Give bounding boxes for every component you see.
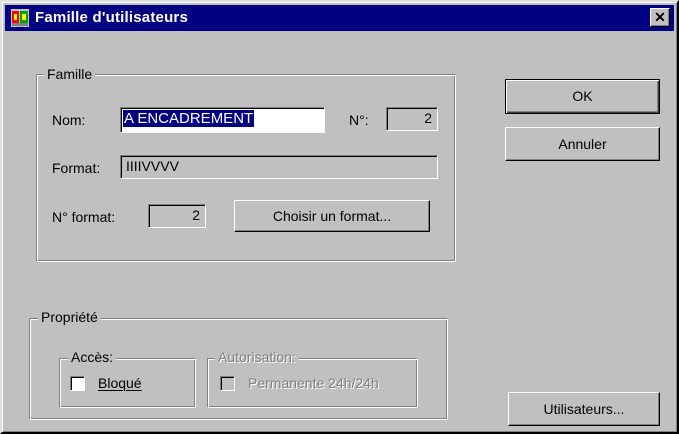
utilisateurs-button[interactable]: Utilisateurs... xyxy=(508,392,660,426)
close-icon: ✕ xyxy=(654,9,666,25)
famille-legend: Famille xyxy=(44,66,96,82)
format-label: Format: xyxy=(52,160,101,176)
acces-legend: Accès: xyxy=(68,349,117,365)
choisir-format-label: Choisir un format... xyxy=(272,208,392,224)
ok-label: OK xyxy=(572,88,593,104)
window-title: Famille d'utilisateurs xyxy=(35,9,189,26)
numero-label: N°: xyxy=(349,112,369,128)
format-value: IIIIVVVV xyxy=(120,155,438,179)
annuler-label: Annuler xyxy=(558,136,607,152)
utilisateurs-label: Utilisateurs... xyxy=(543,401,625,417)
app-icon xyxy=(11,9,29,27)
title-bar[interactable]: Famille d'utilisateurs ✕ xyxy=(5,5,674,31)
nom-label-text: Nom: xyxy=(52,112,86,128)
nom-input-value: A ENCADREMENT xyxy=(123,110,255,127)
close-button[interactable]: ✕ xyxy=(650,8,670,27)
propriete-legend: Propriété xyxy=(38,309,101,325)
choisir-format-button[interactable]: Choisir un format... xyxy=(234,200,430,232)
famille-dialog: Famille d'utilisateurs ✕ Famille Nom: A … xyxy=(0,0,679,434)
numero-value: 2 xyxy=(386,107,438,131)
nom-input[interactable]: A ENCADREMENT xyxy=(120,107,325,133)
permanente-checkbox[interactable] xyxy=(220,376,235,391)
bloque-label[interactable]: Bloqué xyxy=(98,375,142,391)
autorisation-legend: Autorisation: xyxy=(215,349,299,365)
nom-label: Nom: xyxy=(52,112,85,128)
permanente-label[interactable]: Permanente 24h/24h xyxy=(248,375,379,391)
num-format-label: N° format: xyxy=(52,209,116,225)
num-format-value: 2 xyxy=(148,204,206,228)
annuler-button[interactable]: Annuler xyxy=(505,127,660,161)
ok-button[interactable]: OK xyxy=(505,79,660,114)
bloque-checkbox[interactable] xyxy=(70,376,85,391)
